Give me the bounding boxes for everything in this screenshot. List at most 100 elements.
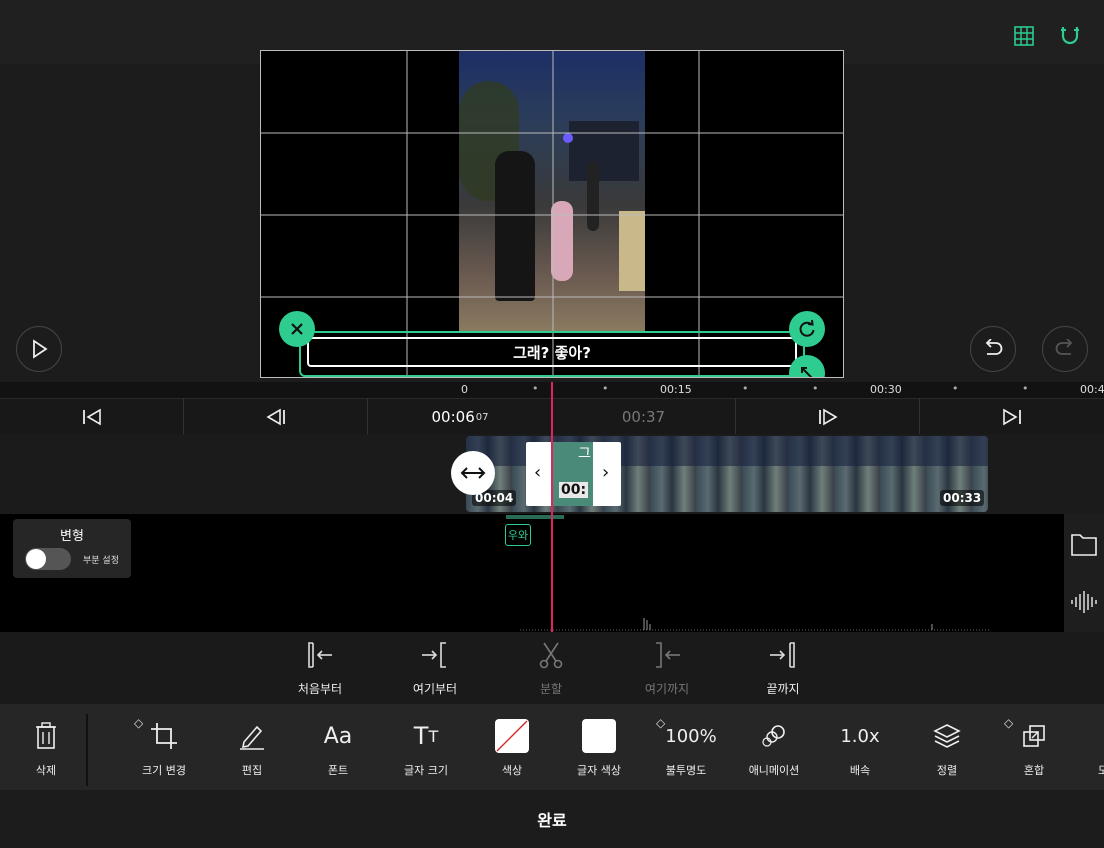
text-color-label: 글자 색상 — [577, 764, 621, 777]
next-frame-button[interactable] — [736, 399, 920, 435]
skip-to-start-icon — [82, 408, 101, 426]
trim-right-chevron-icon[interactable]: › — [602, 462, 609, 483]
resize-diagonal-icon — [801, 367, 813, 377]
horizontal-arrows-icon — [460, 467, 486, 479]
crop-icon — [151, 723, 177, 749]
current-time: 00:06 — [431, 408, 475, 426]
split-button[interactable]: 분할 — [506, 632, 596, 704]
trim-from-start-button[interactable]: 처음부터 — [275, 632, 365, 704]
trim-from-here-button[interactable]: 여기부터 — [390, 632, 480, 704]
current-time-display: 00:06 07 — [368, 399, 552, 435]
ruler-tick-15: 00:15 — [660, 383, 692, 396]
rotate-icon — [799, 319, 815, 337]
font-size-button[interactable]: TT 글자 크기 — [390, 704, 462, 790]
step-back-icon — [265, 408, 285, 426]
resize-label: 크기 변경 — [142, 764, 186, 777]
previous-frame-button[interactable] — [184, 399, 368, 435]
edit-toolbar: 삭제 ◇ 크기 변경 편집 Aa 폰트 TT 글자 크기 색상 글자 색상 ◇ … — [0, 704, 1104, 790]
opacity-button[interactable]: 100% 불투명도 — [652, 704, 720, 790]
waveform-icon — [1071, 591, 1097, 613]
ruler-tick-0: 0 — [461, 383, 468, 396]
trim-handle-button[interactable] — [451, 451, 495, 495]
delete-button[interactable]: 삭제 — [16, 704, 76, 790]
audio-button[interactable] — [1068, 586, 1100, 618]
trim-from-start-icon — [308, 641, 332, 668]
text-color-button[interactable]: 글자 색상 — [566, 704, 632, 790]
undo-button[interactable] — [970, 326, 1016, 372]
font-button[interactable]: Aa 폰트 — [304, 704, 372, 790]
video-canvas[interactable]: 그래? 좋아? — [260, 50, 844, 378]
trim-left-chevron-icon[interactable]: ‹ — [534, 462, 541, 483]
ruler-tick-45: 00:4 — [1080, 383, 1104, 396]
done-button[interactable]: 완료 — [0, 790, 1104, 848]
to-here-label: 여기까지 — [644, 681, 690, 696]
done-label: 완료 — [537, 811, 567, 830]
guide-grid — [261, 51, 843, 377]
text-clip-bar[interactable] — [506, 515, 564, 519]
opacity-value: 100% — [665, 725, 717, 747]
folder-button[interactable] — [1068, 528, 1100, 560]
partial-setting-label: 부분 설정 — [83, 556, 119, 566]
current-frames: 07 — [475, 411, 489, 423]
step-forward-icon — [818, 408, 838, 426]
text-size-icon: TT — [413, 722, 439, 750]
go-to-end-button[interactable] — [920, 399, 1104, 435]
grid-icon[interactable] — [1012, 24, 1036, 48]
caption-rotate-button[interactable] — [789, 311, 825, 347]
trim-to-here-icon — [656, 641, 680, 668]
blend-label: 혼합 — [1023, 764, 1045, 777]
caption-text-box[interactable]: 그래? 좋아? — [307, 337, 797, 367]
to-end-label: 끝까지 — [766, 681, 800, 696]
more-label: 모 — [1097, 764, 1104, 777]
more-button[interactable]: 모 — [1088, 704, 1104, 790]
caption-text: 그래? 좋아? — [513, 343, 591, 362]
playhead[interactable] — [551, 382, 553, 632]
play-button[interactable] — [16, 326, 62, 372]
arrange-button[interactable]: 정렬 — [914, 704, 980, 790]
color-swatch-none-icon — [495, 719, 529, 753]
font-size-label: 글자 크기 — [404, 764, 448, 777]
blend-button[interactable]: 혼합 — [1002, 704, 1066, 790]
edit-label: 편집 — [241, 764, 263, 777]
animation-label: 애니메이션 — [748, 764, 800, 777]
text-clip-label: 우와 — [507, 529, 529, 542]
scissors-icon — [539, 642, 563, 668]
text-clip-chip[interactable]: 우와 — [505, 524, 531, 546]
side-panel — [1064, 514, 1104, 632]
from-start-label: 처음부터 — [297, 681, 343, 696]
trim-to-end-button[interactable]: 끝까지 — [738, 632, 828, 704]
caption-delete-button[interactable] — [279, 311, 315, 347]
transform-title: 변형 — [60, 529, 84, 544]
trash-icon — [36, 722, 56, 749]
text-color-swatch-icon — [582, 719, 616, 753]
speed-button[interactable]: 1.0x 배속 — [828, 704, 892, 790]
undo-icon — [985, 339, 1003, 355]
total-time: 00:37 — [621, 408, 666, 426]
skip-to-end-icon — [1003, 408, 1021, 426]
color-label: 색상 — [501, 764, 523, 777]
play-icon — [33, 339, 48, 359]
ruler-tick-30: 00:30 — [870, 383, 902, 396]
toolbar-divider — [86, 714, 88, 786]
trim-to-here-button[interactable]: 여기까지 — [622, 632, 712, 704]
resize-button[interactable]: 크기 변경 — [124, 704, 204, 790]
go-to-start-button[interactable] — [0, 399, 184, 435]
blend-icon — [1023, 725, 1045, 747]
animation-button[interactable]: 애니메이션 — [738, 704, 810, 790]
magnet-icon[interactable] — [1058, 24, 1082, 48]
font-label: 폰트 — [327, 764, 349, 777]
opacity-label: 불투명도 — [665, 764, 707, 777]
from-here-label: 여기부터 — [412, 681, 458, 696]
color-button[interactable]: 색상 — [480, 704, 544, 790]
edit-button[interactable]: 편집 — [218, 704, 286, 790]
selected-clip-time: 00: — [559, 482, 589, 498]
selected-text-clip[interactable]: 그 00: ‹ › — [526, 442, 621, 506]
redo-button[interactable] — [1042, 326, 1088, 372]
partial-setting-toggle[interactable] — [25, 548, 71, 570]
layers-icon — [933, 724, 961, 748]
split-bar: 처음부터 여기부터 분할 여기까지 끝까지 — [0, 632, 1104, 704]
selected-clip-text: 그 — [578, 446, 591, 462]
text-track-area: 변형 부분 설정 우와 — [0, 514, 1064, 632]
font-icon: Aa — [323, 723, 353, 749]
audio-waveform — [520, 618, 990, 631]
